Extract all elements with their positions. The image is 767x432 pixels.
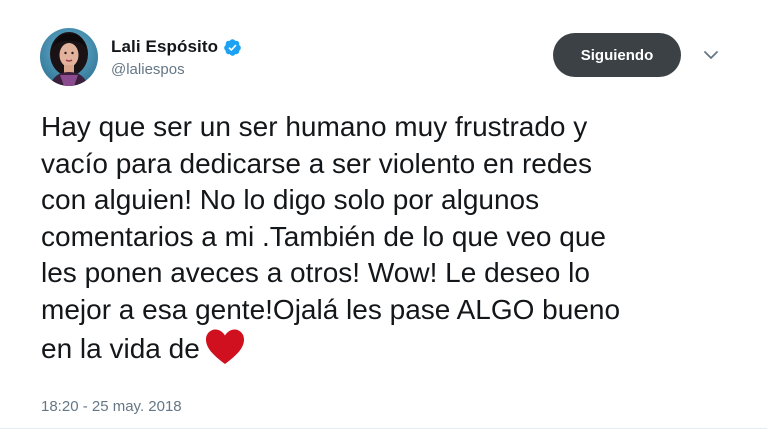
tweet-line: comentarios a mi .También de lo que veo … <box>41 220 606 252</box>
tweet-line: vacío para dedicarse a ser violento en r… <box>41 147 592 179</box>
tweet-text: Hay que ser un ser humano muy frustrado … <box>41 109 741 368</box>
tweet-line: en la vida de <box>41 333 200 364</box>
tweet-card: Lali Espósito @laliespos Siguiendo Hay q… <box>0 0 767 432</box>
chevron-down-icon[interactable] <box>702 48 720 62</box>
display-name[interactable]: Lali Espósito <box>111 37 218 57</box>
tweet-line: con alguien! No lo digo solo por algunos <box>41 184 540 215</box>
verified-badge-icon <box>223 38 242 57</box>
user-name-row: Lali Espósito <box>111 36 242 58</box>
avatar-image <box>40 28 98 86</box>
tweet-timestamp[interactable]: 18:20 - 25 may. 2018 <box>41 398 182 415</box>
following-button[interactable]: Siguiendo <box>553 33 681 77</box>
divider <box>0 428 767 429</box>
tweet-line: les ponen aveces a otros! Wow! Le deseo … <box>41 257 590 288</box>
heart-icon <box>204 328 246 366</box>
tweet-line: mejor a esa gente!Ojalá les pase ALGO bu… <box>41 293 621 325</box>
user-handle[interactable]: @laliespos <box>111 61 185 78</box>
avatar[interactable] <box>40 28 98 86</box>
tweet-line: Hay que ser un ser humano muy frustrado … <box>41 111 588 142</box>
